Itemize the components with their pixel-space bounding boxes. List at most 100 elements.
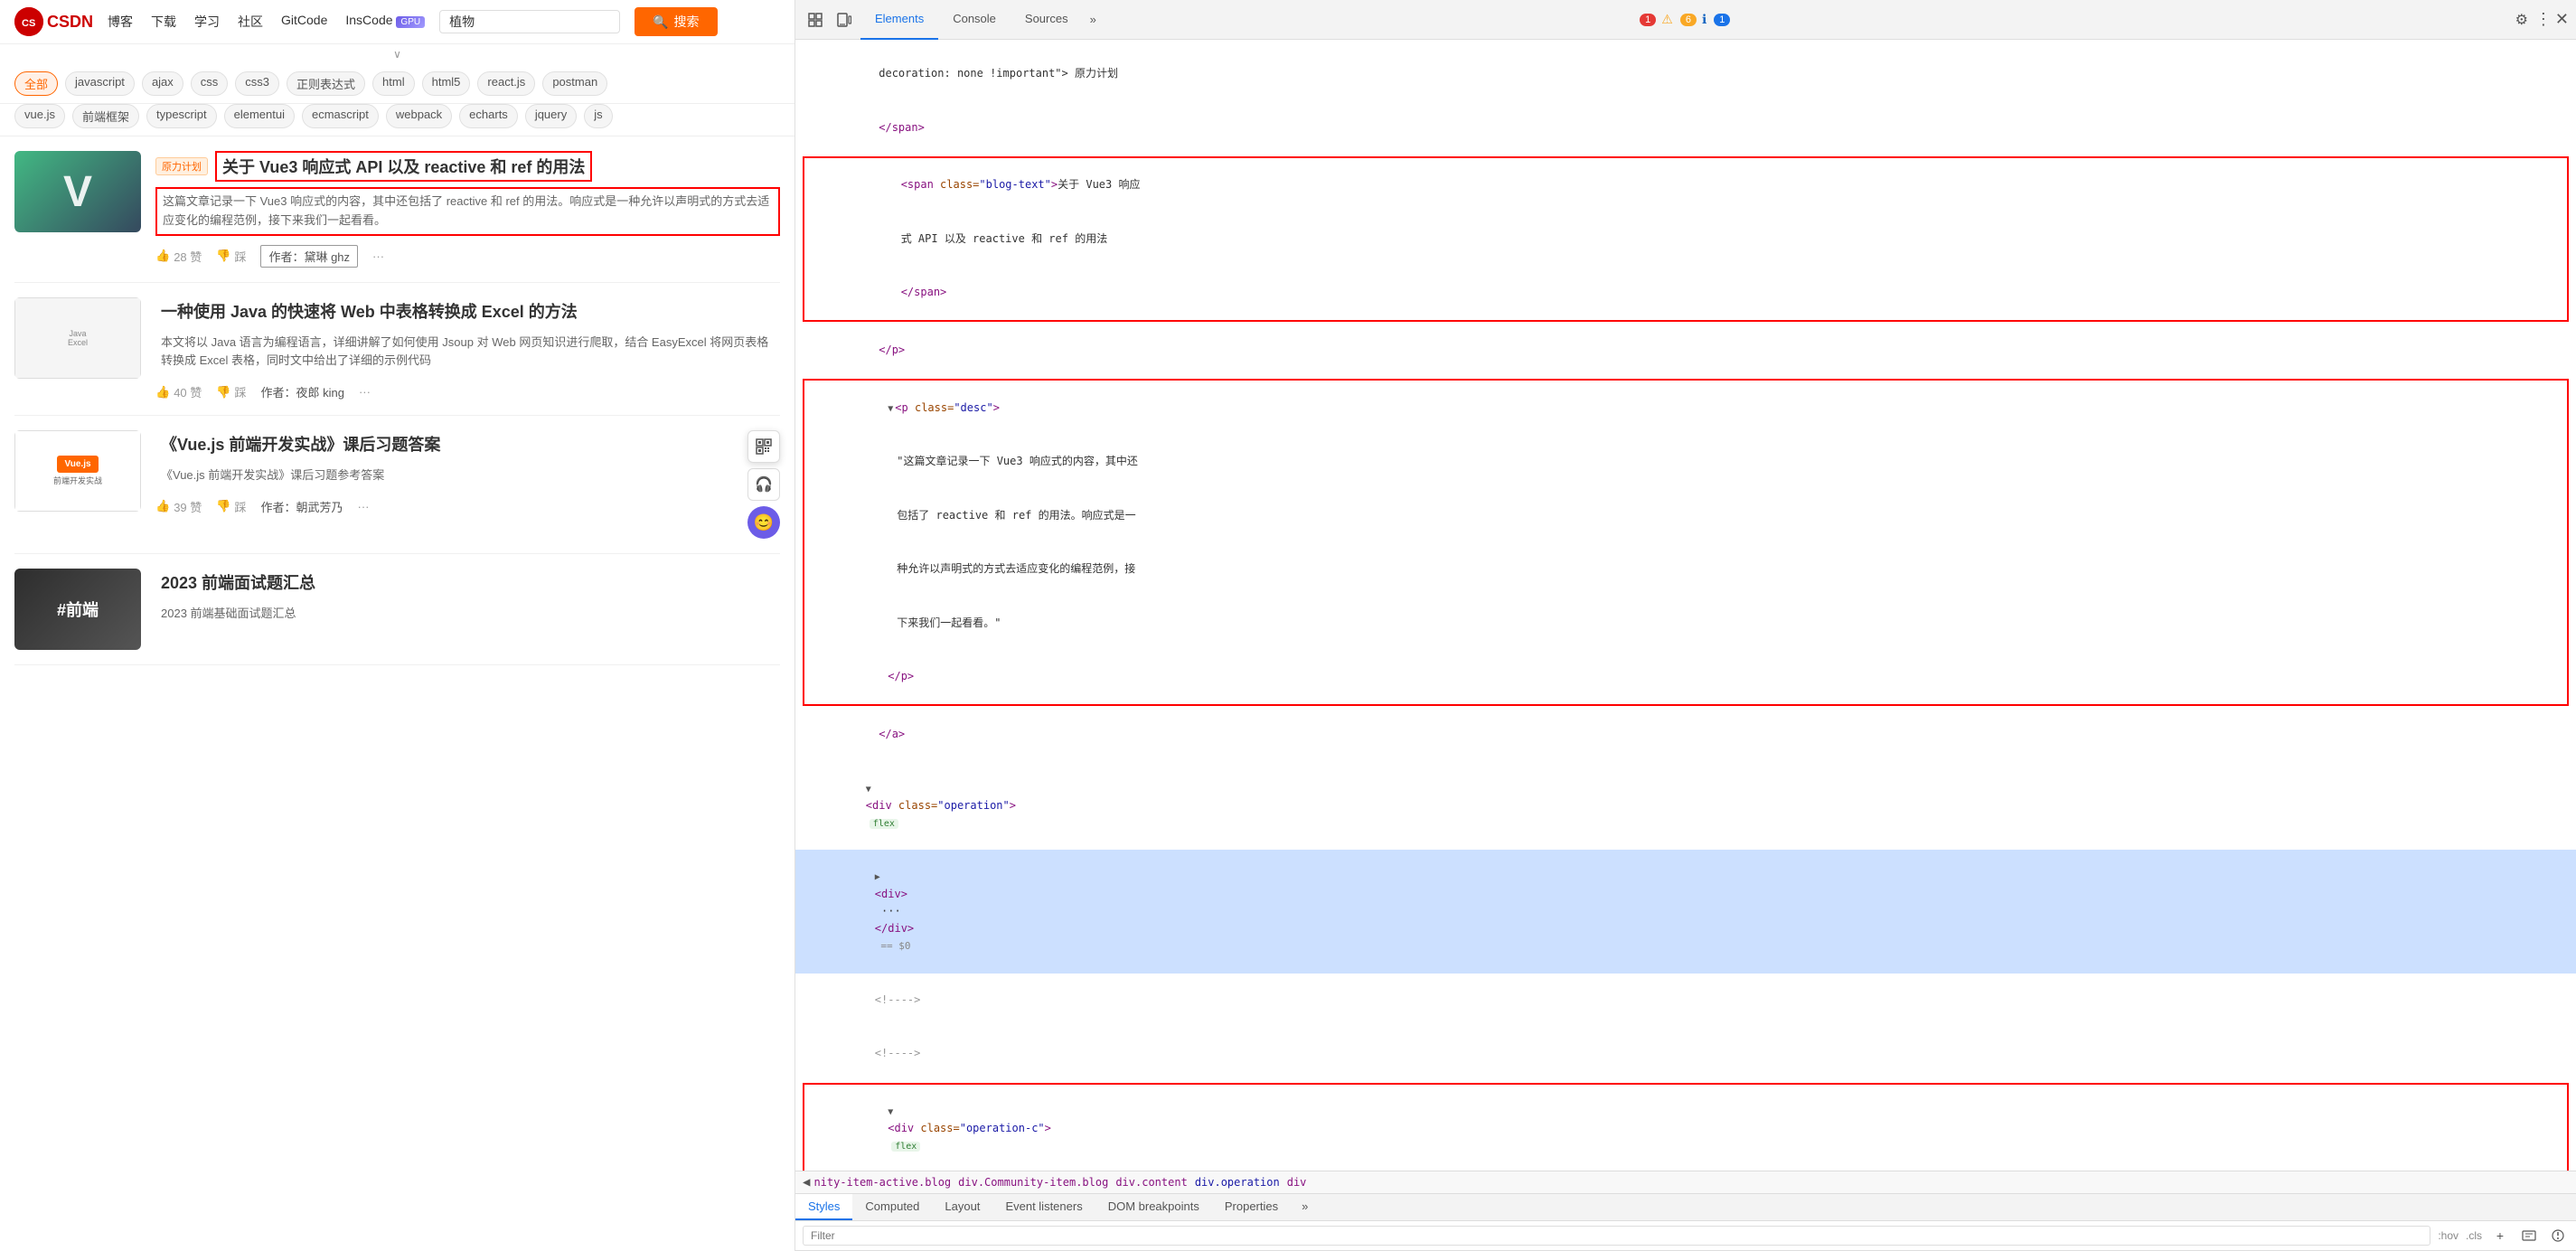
tag-ecmascript[interactable]: ecmascript (302, 104, 379, 128)
nav-blog[interactable]: 博客 (108, 13, 133, 31)
avatar-icon: 😊 (754, 513, 774, 532)
code-line[interactable]: </p> (804, 650, 2567, 704)
more-btn[interactable]: ··· (357, 500, 369, 513)
code-line[interactable]: 下来我们一起看看。" (804, 597, 2567, 651)
code-line[interactable]: </span> (804, 266, 2567, 320)
comment-btn[interactable]: 👎 踩 (216, 383, 246, 400)
code-line[interactable]: 包括了 reactive 和 ref 的用法。响应式是一 (804, 489, 2567, 543)
tab-computed[interactable]: Computed (852, 1194, 932, 1220)
article-title[interactable]: 一种使用 Java 的快速将 Web 中表格转换成 Excel 的方法 (155, 297, 583, 325)
code-line[interactable]: </a> (795, 708, 2576, 762)
author-info[interactable]: 作者：黛琳 ghz (260, 245, 358, 268)
search-box[interactable] (439, 10, 620, 33)
code-line[interactable]: <!----> (795, 974, 2576, 1028)
tab-event-listeners[interactable]: Event listeners (992, 1194, 1095, 1220)
tab-dom-breakpoints[interactable]: DOM breakpoints (1095, 1194, 1212, 1220)
warning-badge: 6 (1680, 14, 1697, 26)
tag-js[interactable]: js (584, 104, 612, 128)
tag-postman[interactable]: postman (542, 71, 607, 96)
tab-layout[interactable]: Layout (932, 1194, 992, 1220)
code-line[interactable]: decoration: none !important"> 原力计划 (795, 47, 2576, 101)
article-title[interactable]: 关于 Vue3 响应式 API 以及 reactive 和 ref 的用法 (215, 151, 592, 182)
code-line[interactable]: </p> (795, 324, 2576, 378)
inspect-element-btn[interactable] (803, 7, 828, 33)
more-btn[interactable]: ··· (359, 385, 371, 399)
flex-badge[interactable]: flex (891, 1142, 920, 1152)
code-line[interactable]: ▼<p class="desc"> (804, 381, 2567, 435)
code-text: "operation-c" (960, 1122, 1045, 1134)
tag-all[interactable]: 全部 (14, 71, 58, 96)
new-style-rule-btn[interactable] (2518, 1225, 2540, 1246)
device-toggle-btn[interactable] (832, 7, 857, 33)
filter-input[interactable] (803, 1226, 2430, 1246)
tag-elementui[interactable]: elementui (224, 104, 295, 128)
avatar-btn[interactable]: 😊 (747, 506, 780, 539)
hov-toggle[interactable]: :hov (2438, 1229, 2458, 1242)
tab-properties[interactable]: Properties (1212, 1194, 1291, 1220)
article-title[interactable]: 2023 前端面试题汇总 (155, 569, 321, 596)
tag-html[interactable]: html (372, 71, 415, 96)
breadcrumb-item[interactable]: div.Community-item.blog (958, 1176, 1108, 1189)
nav-community[interactable]: 社区 (238, 13, 263, 31)
code-line[interactable]: ▼ <div class="operation-c"> flex (804, 1085, 2567, 1171)
settings-btn[interactable]: ⚙ (2515, 11, 2528, 29)
expand-bar[interactable]: ∨ (0, 44, 794, 64)
code-line[interactable]: "这篇文章记录一下 Vue3 响应式的内容，其中还 (804, 435, 2567, 489)
headset-btn[interactable]: 🎧 (747, 468, 780, 501)
nav-learn[interactable]: 学习 (194, 13, 220, 31)
flex-badge[interactable]: flex (870, 819, 898, 829)
code-line[interactable]: 式 API 以及 reactive 和 ref 的用法 (804, 212, 2567, 267)
code-line[interactable]: ▼ <div class="operation"> flex (795, 761, 2576, 850)
code-line[interactable]: </span> (795, 101, 2576, 155)
tab-styles[interactable]: Styles (795, 1194, 852, 1220)
nav-download[interactable]: 下载 (151, 13, 176, 31)
bottom-tabs-more[interactable]: » (1291, 1194, 1319, 1220)
tag-javascript[interactable]: javascript (65, 71, 135, 96)
tag-css3[interactable]: css3 (235, 71, 279, 96)
breadcrumb-item[interactable]: div.content (1115, 1176, 1187, 1189)
breadcrumb-active-item[interactable]: div.operation (1195, 1176, 1280, 1189)
code-line[interactable]: <!----> (795, 1027, 2576, 1081)
tag-webpack[interactable]: webpack (386, 104, 452, 128)
likes-count[interactable]: 👍 39 赞 (155, 498, 202, 515)
tag-reactjs[interactable]: react.js (477, 71, 535, 96)
search-input[interactable] (449, 14, 610, 29)
search-button[interactable]: 🔍 搜索 (635, 7, 717, 36)
tag-jquery[interactable]: jquery (525, 104, 577, 128)
likes-count[interactable]: 👍 40 赞 (155, 383, 202, 400)
java-thumb-text: JavaExcel (68, 329, 88, 347)
article-title[interactable]: 《Vue.js 前端开发实战》课后习题答案 (155, 430, 446, 457)
tag-ajax[interactable]: ajax (142, 71, 183, 96)
tag-typescript[interactable]: typescript (146, 104, 217, 128)
tag-echarts[interactable]: echarts (459, 104, 518, 128)
tag-vuejs[interactable]: vue.js (14, 104, 65, 128)
tag-css[interactable]: css (191, 71, 229, 96)
tag-frontend-framework[interactable]: 前端框架 (72, 104, 139, 128)
code-text: </p> (866, 343, 905, 356)
comment-btn[interactable]: 👎 踩 (216, 248, 246, 265)
csdn-logo[interactable]: CS CSDN (14, 7, 93, 36)
code-line[interactable]: <span class="blog-text">关于 Vue3 响应 (804, 158, 2567, 212)
qr-code-btn[interactable] (747, 430, 780, 463)
breadcrumb-item[interactable]: div (1287, 1176, 1307, 1189)
comment-btn[interactable]: 👎 踩 (216, 498, 246, 515)
more-btn[interactable]: ··· (372, 249, 384, 263)
tabs-more-btn[interactable]: » (1083, 13, 1104, 26)
code-line[interactable]: 种允许以声明式的方式去适应变化的编程范例，接 (804, 542, 2567, 597)
likes-count[interactable]: 👍 28 赞 (155, 248, 202, 265)
tab-sources[interactable]: Sources (1011, 0, 1083, 40)
tab-elements[interactable]: Elements (860, 0, 938, 40)
tag-html5[interactable]: html5 (422, 71, 471, 96)
article-meta: 👍 39 赞 👎 踩 作者：朝武芳乃 ··· (155, 498, 733, 515)
breadcrumb-item[interactable]: nity-item-active.blog (813, 1176, 951, 1189)
element-state-btn[interactable] (2547, 1225, 2569, 1246)
add-style-rule-btn[interactable]: + (2489, 1225, 2511, 1246)
cls-toggle[interactable]: .cls (2466, 1229, 2482, 1242)
code-line[interactable]: ▶ <div> ··· </div> == $0 (795, 850, 2576, 973)
nav-gitcode[interactable]: GitCode (281, 13, 327, 31)
menu-btn[interactable]: ⋮ (2535, 10, 2552, 29)
tab-console[interactable]: Console (938, 0, 1011, 40)
nav-inscode[interactable]: InsCode GPU (345, 13, 425, 31)
tag-regex[interactable]: 正则表达式 (287, 71, 365, 96)
close-btn[interactable]: ✕ (2555, 10, 2569, 29)
